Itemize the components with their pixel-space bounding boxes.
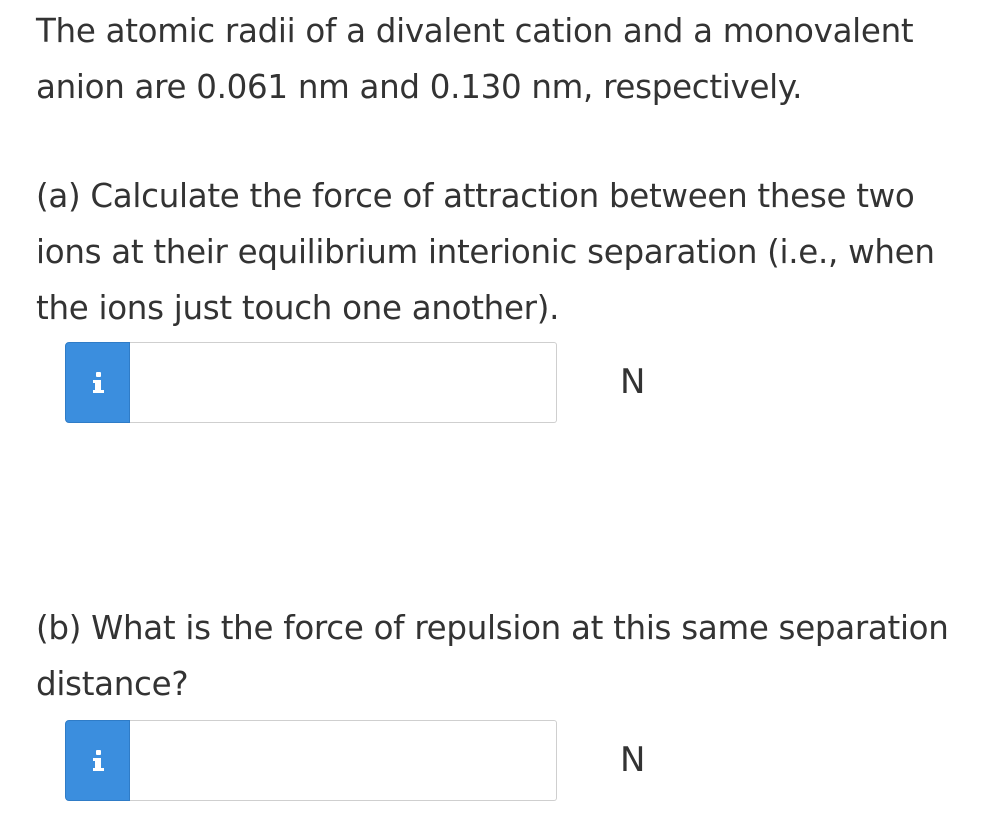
info-icon: [92, 371, 104, 393]
question-intro: The atomic radii of a divalent cation an…: [36, 12, 914, 106]
info-icon: [92, 749, 104, 771]
part-a-prompt: (a) Calculate the force of attraction be…: [36, 177, 935, 327]
part-b-answer-row: [65, 720, 557, 801]
part-a-unit-label: N: [620, 362, 646, 402]
part-b-prompt: (b) What is the force of repulsion at th…: [36, 609, 949, 703]
part-a-answer-input[interactable]: [130, 342, 557, 423]
part-a-answer-row: [65, 342, 557, 423]
part-b-info-button[interactable]: [65, 720, 130, 801]
part-a-info-button[interactable]: [65, 342, 130, 423]
part-b-unit-label: N: [620, 740, 646, 780]
part-b-answer-input[interactable]: [130, 720, 557, 801]
